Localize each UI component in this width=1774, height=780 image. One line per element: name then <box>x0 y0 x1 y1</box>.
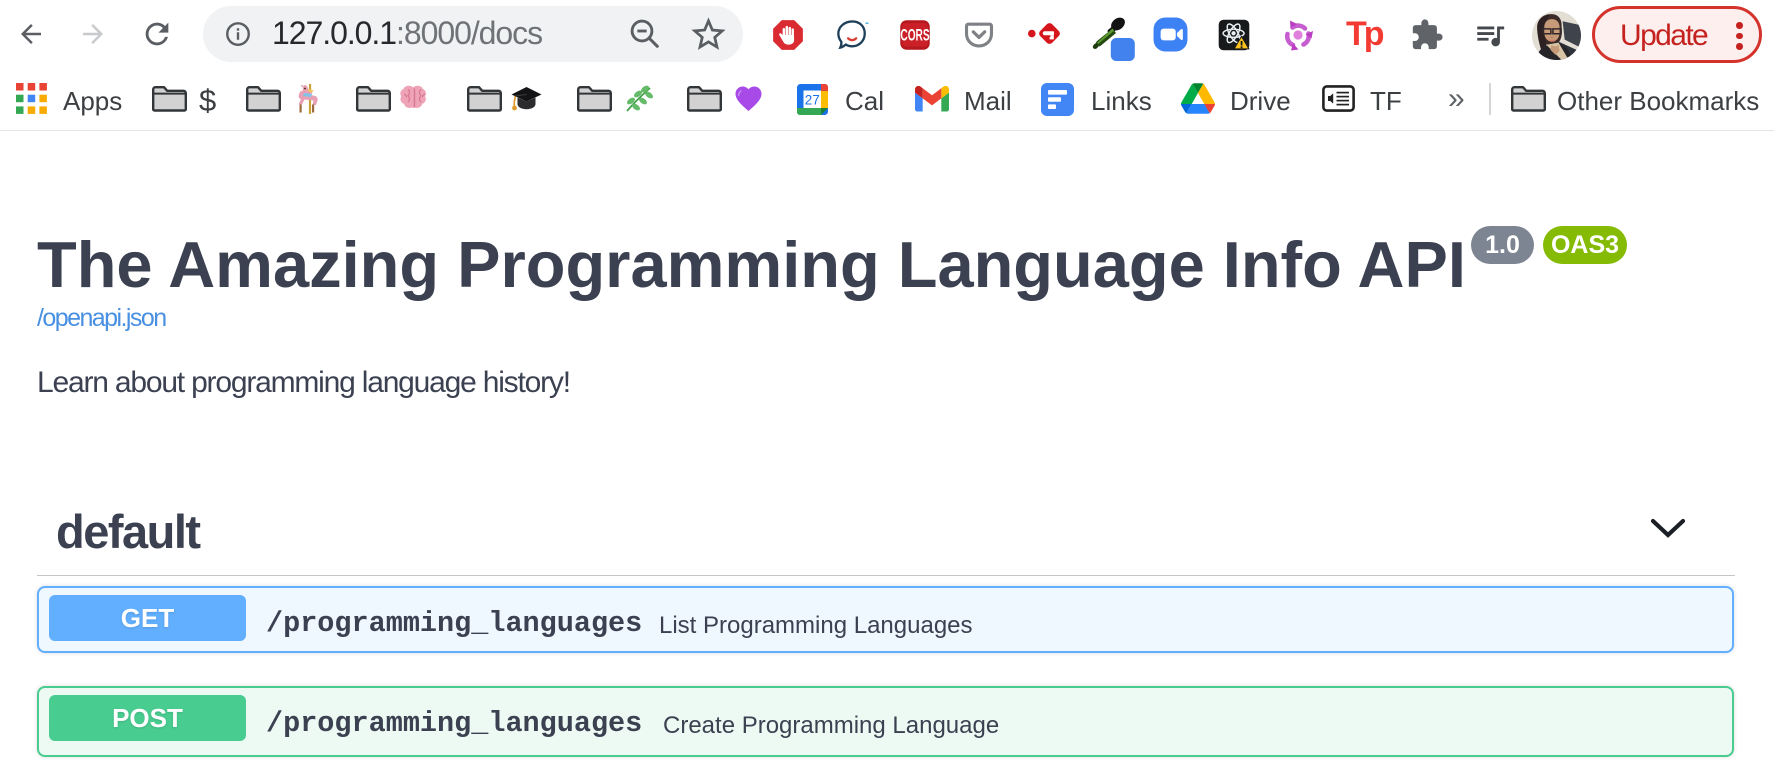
svg-text:27: 27 <box>805 93 820 108</box>
svg-text:CORS: CORS <box>900 25 929 44</box>
